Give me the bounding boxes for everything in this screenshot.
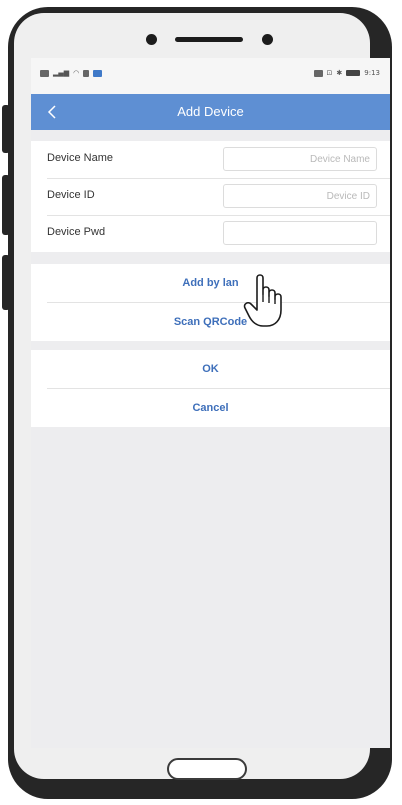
front-sensor (262, 34, 273, 45)
cancel-button[interactable]: Cancel (31, 389, 390, 427)
ok-button[interactable]: OK (31, 350, 390, 388)
wifi-icon: ◠ (73, 69, 80, 77)
data-icon (83, 69, 90, 77)
status-bar: ▂▄▆ ◠ ⊡ ✱ 9:13 (31, 58, 390, 94)
device-form: Device Name Device ID Device Pwd (31, 141, 390, 252)
form-row-device-pwd: Device Pwd (47, 215, 390, 252)
device-id-label: Device ID (47, 189, 95, 201)
device-pwd-label: Device Pwd (47, 226, 106, 238)
front-camera (146, 34, 157, 45)
add-method-group: Add by lan Scan QRCode (31, 264, 390, 341)
bluetooth-icon: ✱ (336, 69, 343, 77)
page-title: Add Device (177, 104, 244, 119)
scan-qrcode-button[interactable]: Scan QRCode (31, 303, 390, 341)
app-screen: ▂▄▆ ◠ ⊡ ✱ 9:13 Add Device Device Name De… (31, 58, 390, 748)
device-name-label: Device Name (47, 152, 114, 164)
add-by-lan-button[interactable]: Add by lan (31, 264, 390, 302)
status-icons-left: ▂▄▆ ◠ (40, 69, 103, 77)
sim-icon (40, 69, 49, 77)
phone-side-button (2, 105, 10, 153)
nfc-icon (313, 69, 323, 77)
device-name-input[interactable] (223, 147, 377, 171)
phone-side-button (2, 255, 10, 310)
phone-side-button (2, 175, 10, 235)
confirm-group: OK Cancel (31, 350, 390, 427)
status-time: 9:13 (364, 69, 380, 77)
home-button[interactable] (167, 758, 247, 780)
battery-icon (346, 70, 361, 76)
earpiece-speaker (175, 37, 243, 42)
form-row-device-name: Device Name (47, 141, 390, 179)
vibrate-icon: ⊡ (326, 69, 333, 77)
device-id-input[interactable] (223, 184, 377, 208)
device-pwd-input[interactable] (223, 221, 377, 245)
notification-icon (93, 69, 103, 77)
status-icons-right: ⊡ ✱ 9:13 (313, 69, 380, 77)
nav-bar: Add Device (31, 94, 390, 130)
signal-icon: ▂▄▆ (53, 69, 70, 77)
pointer-hand-icon (243, 274, 282, 327)
form-row-device-id: Device ID (47, 178, 390, 216)
